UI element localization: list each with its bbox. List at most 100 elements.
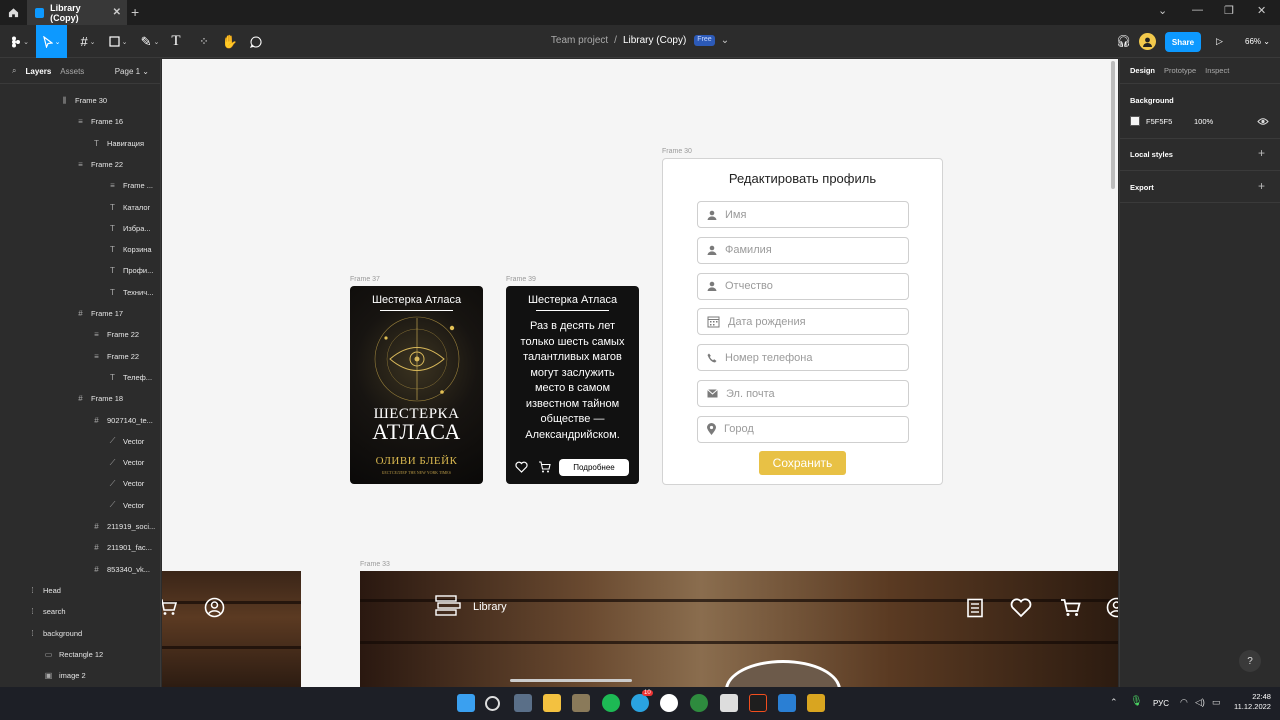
layer-item[interactable]: T Корзина — [108, 239, 152, 260]
chevron-up-icon[interactable]: ⌃ — [1110, 697, 1118, 708]
layer-item[interactable]: ⁞ background — [28, 623, 82, 644]
layer-item[interactable]: ▭ Rectangle 12 — [44, 644, 103, 665]
layer-item[interactable]: T Навигация — [92, 133, 144, 154]
profile-icon[interactable] — [204, 597, 225, 618]
profile-input-field[interactable]: Город — [697, 415, 909, 443]
layer-item[interactable]: ≡ Frame ... — [108, 175, 153, 196]
home-icon[interactable] — [0, 0, 27, 25]
add-export-icon[interactable]: + — [1258, 179, 1265, 193]
layer-item[interactable]: # Frame 18 — [76, 388, 123, 409]
frame-label[interactable]: Frame 37 — [350, 276, 380, 283]
layer-item[interactable]: ≡ Frame 22 — [92, 346, 139, 367]
layer-item[interactable]: ⟋ Vector — [108, 473, 145, 494]
frame-label[interactable]: Frame 39 — [506, 276, 536, 283]
heart-icon[interactable] — [515, 461, 528, 473]
task-view-icon[interactable] — [514, 694, 532, 712]
share-button[interactable]: Share — [1165, 32, 1201, 52]
layer-item[interactable]: #211901_fac... — [92, 537, 152, 558]
layer-item[interactable]: ≡ Frame 16 — [76, 111, 123, 132]
breadcrumb-file[interactable]: Library (Copy) — [623, 35, 686, 46]
book-cover-card[interactable]: Шестерка Атласа ШЕСТЕРКА АТЛАСА ОЛИВИ БЛ… — [350, 286, 483, 484]
layer-item[interactable]: #211919_soci... — [92, 516, 155, 537]
new-tab-icon[interactable]: + — [131, 4, 139, 20]
layer-item[interactable]: ⁞ Head — [28, 580, 61, 601]
layer-item[interactable]: # Frame 17 — [76, 303, 123, 324]
microphone-icon[interactable]: 🎙︎ — [1130, 696, 1143, 707]
profile-icon[interactable] — [1106, 597, 1118, 618]
app-icon[interactable] — [720, 694, 738, 712]
tab-prototype[interactable]: Prototype — [1164, 66, 1196, 75]
app-icon[interactable] — [807, 694, 825, 712]
spotify-icon[interactable] — [602, 694, 620, 712]
app-icon[interactable] — [572, 694, 590, 712]
add-style-icon[interactable]: + — [1258, 146, 1265, 160]
help-button[interactable]: ? — [1239, 650, 1261, 672]
wifi-icon[interactable]: ◠ — [1180, 697, 1188, 708]
maximize-icon[interactable]: ❐ — [1224, 4, 1234, 17]
tab-inspect[interactable]: Inspect — [1205, 66, 1229, 75]
layer-item[interactable]: ≡ Frame 22 — [76, 154, 123, 175]
frame-label[interactable]: Frame 30 — [662, 148, 692, 155]
file-explorer-icon[interactable] — [543, 694, 561, 712]
layer-item[interactable]: ⫼ Frame 30 — [60, 90, 107, 111]
profile-input-field[interactable]: Имя — [697, 201, 909, 228]
layer-item[interactable]: #9027140_te... — [92, 410, 153, 431]
canvas[interactable]: Frame 37 Frame 39 Frame 30 Frame 33 Шест… — [162, 59, 1118, 687]
color-swatch[interactable] — [1130, 116, 1140, 126]
profile-input-field[interactable]: Номер телефона — [697, 344, 909, 372]
layer-item[interactable]: ⁞ search — [28, 601, 65, 622]
file-menu-chevron-icon[interactable]: ⌄ — [721, 35, 729, 46]
vscode-icon[interactable] — [778, 694, 796, 712]
layer-item[interactable]: ≡ Frame 22 — [92, 324, 139, 345]
yandex-browser-icon[interactable] — [660, 694, 678, 712]
book-detail-card[interactable]: Шестерка Атласа Раз в десять лет только … — [506, 286, 639, 484]
tab-design[interactable]: Design — [1130, 66, 1155, 75]
layer-item[interactable]: T Каталог — [108, 197, 150, 218]
layer-item[interactable]: T Профи... — [108, 260, 153, 281]
language-indicator[interactable]: РУС — [1153, 699, 1169, 708]
close-tab-icon[interactable]: ✕ — [113, 7, 121, 18]
tab-assets[interactable]: Assets — [60, 67, 84, 76]
layer-item[interactable]: ⟋ Vector — [108, 431, 145, 452]
layer-item[interactable]: ⟋ Vector — [108, 495, 145, 516]
windows-start-icon[interactable] — [457, 694, 475, 712]
layer-item[interactable]: ⟋ Vector — [108, 452, 145, 473]
search-icon[interactable]: ⌕ — [12, 66, 16, 76]
cart-icon[interactable] — [538, 461, 551, 473]
profile-input-field[interactable]: Отчество — [697, 272, 909, 300]
headphones-icon[interactable]: 🎧︎ — [1116, 34, 1131, 48]
present-play-icon[interactable]: ▷ — [1216, 36, 1223, 47]
layer-item[interactable]: ▣ image 2 — [44, 665, 86, 686]
layer-item[interactable]: T Избра... — [108, 218, 151, 239]
telegram-icon[interactable] — [631, 694, 649, 712]
close-window-icon[interactable]: ✕ — [1257, 4, 1266, 17]
background-opacity[interactable]: 100% — [1194, 117, 1213, 126]
zoom-level[interactable]: 66% ⌄ — [1245, 37, 1270, 46]
figma-app-icon[interactable] — [749, 694, 767, 712]
cart-icon[interactable] — [162, 598, 178, 616]
volume-icon[interactable]: ◁) — [1195, 697, 1205, 708]
eye-visibility-icon[interactable] — [1257, 117, 1269, 126]
user-avatar[interactable] — [1139, 33, 1156, 50]
layer-item[interactable]: T Технич... — [108, 282, 153, 303]
logo-text[interactable]: Library — [473, 601, 507, 613]
app-icon[interactable] — [690, 694, 708, 712]
profile-input-field[interactable]: Фамилия — [697, 236, 909, 264]
layer-item[interactable]: #853340_vk... — [92, 559, 150, 580]
profile-input-field[interactable]: Эл. почта — [697, 380, 909, 407]
minimize-icon[interactable]: — — [1192, 4, 1203, 16]
tab-layers[interactable]: Layers — [25, 67, 51, 76]
layer-item[interactable]: T Телеф... — [108, 367, 152, 388]
battery-icon[interactable]: ▭ — [1212, 697, 1221, 708]
favorites-heart-icon[interactable] — [1010, 598, 1032, 618]
more-button[interactable]: Подробнее — [559, 459, 629, 476]
cart-icon[interactable] — [1060, 598, 1082, 618]
background-hex[interactable]: F5F5F5 — [1146, 117, 1172, 126]
breadcrumb-team[interactable]: Team project — [551, 35, 608, 46]
clock[interactable]: 22:48 11.12.2022 — [1234, 692, 1271, 712]
frame-label[interactable]: Frame 33 — [360, 561, 390, 568]
profile-input-field[interactable]: Дата рождения — [697, 308, 909, 336]
canvas-scrollbar[interactable] — [1111, 61, 1115, 189]
file-tab[interactable]: Library (Copy) ✕ — [27, 0, 127, 25]
catalog-icon[interactable] — [966, 598, 984, 618]
